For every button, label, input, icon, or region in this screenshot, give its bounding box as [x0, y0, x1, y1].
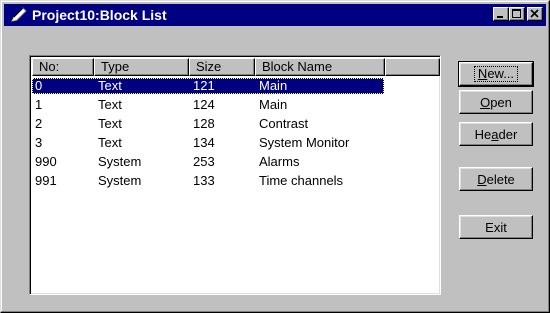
title-bar[interactable]: Project10:Block List: [4, 4, 546, 26]
maximize-icon: [512, 9, 521, 18]
exit-button[interactable]: Exit: [459, 215, 533, 239]
exit-button-label: Exit: [485, 219, 507, 235]
list-header: No: Type Size Block Name: [32, 58, 440, 76]
window-title: Project10:Block List: [32, 7, 167, 23]
column-header-size[interactable]: Size: [189, 58, 255, 76]
maximize-button[interactable]: [509, 7, 525, 21]
table-row[interactable]: 991 System 133 Time channels: [32, 173, 384, 189]
new-button-label: New...: [473, 66, 519, 82]
close-icon: [530, 9, 539, 18]
cell-type: Text: [98, 78, 122, 93]
block-list[interactable]: No: Type Size Block Name 0 Text 121 Main…: [29, 55, 441, 295]
close-button[interactable]: [527, 7, 543, 21]
cell-size: 124: [193, 97, 215, 112]
delete-button-label: Delete: [477, 171, 515, 187]
cell-block-name: System Monitor: [259, 135, 350, 150]
cell-no: 2: [35, 116, 43, 131]
column-header-blank[interactable]: [385, 58, 440, 76]
column-header-type[interactable]: Type: [94, 58, 189, 76]
header-button[interactable]: Header: [459, 122, 533, 146]
header-button-label: Header: [474, 126, 518, 142]
table-row[interactable]: 1 Text 124 Main: [32, 97, 384, 113]
cell-block-name: Time channels: [259, 173, 344, 188]
cell-size: 121: [193, 78, 215, 93]
cell-type: Text: [98, 116, 122, 131]
cell-block-name: Main: [259, 97, 288, 112]
cell-type: Text: [98, 135, 122, 150]
table-row[interactable]: 0 Text 121 Main: [32, 78, 384, 94]
cell-block-name: Contrast: [259, 116, 309, 131]
cell-no: 990: [35, 154, 57, 169]
cell-type: Text: [98, 97, 122, 112]
cell-block-name: Main: [259, 78, 288, 93]
table-row[interactable]: 990 System 253 Alarms: [32, 154, 384, 170]
pencil-icon: [10, 7, 28, 23]
block-list-window: Project10:Block List No: Type Size Block…: [0, 0, 550, 313]
open-button-label: Open: [480, 94, 512, 110]
cell-no: 3: [35, 135, 43, 150]
new-button[interactable]: New...: [458, 61, 534, 87]
cell-size: 253: [193, 154, 215, 169]
cell-size: 134: [193, 135, 215, 150]
minimize-icon: [497, 16, 503, 18]
open-button[interactable]: Open: [459, 90, 533, 114]
cell-size: 133: [193, 173, 215, 188]
cell-block-name: Alarms: [259, 154, 300, 169]
cell-no: 1: [35, 97, 43, 112]
cell-type: System: [98, 154, 142, 169]
cell-no: 991: [35, 173, 57, 188]
minimize-button[interactable]: [493, 7, 509, 21]
cell-no: 0: [35, 78, 43, 93]
column-header-no[interactable]: No:: [32, 58, 94, 76]
table-row[interactable]: 3 Text 134 System Monitor: [32, 135, 384, 151]
cell-size: 128: [193, 116, 215, 131]
cell-type: System: [98, 173, 142, 188]
column-header-block-name[interactable]: Block Name: [255, 58, 385, 76]
table-row[interactable]: 2 Text 128 Contrast: [32, 116, 384, 132]
delete-button[interactable]: Delete: [459, 167, 533, 191]
